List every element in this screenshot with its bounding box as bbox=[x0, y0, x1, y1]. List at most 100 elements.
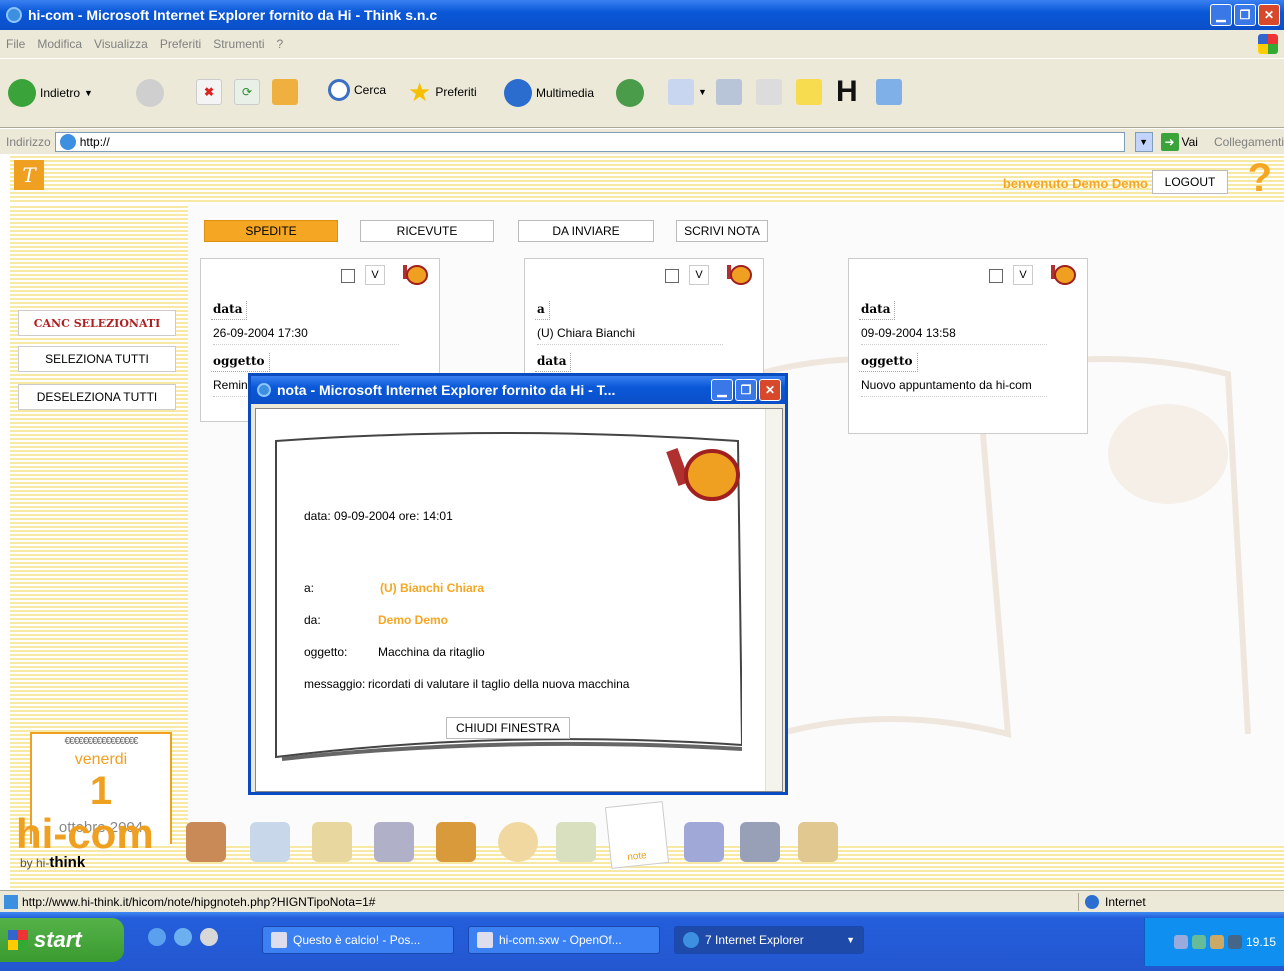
popup-oggetto-value: Macchina da ritaglio bbox=[378, 645, 485, 659]
minimize-button[interactable]: ▁ bbox=[1210, 4, 1232, 26]
start-button[interactable]: start bbox=[0, 918, 124, 962]
card-label: data bbox=[535, 353, 572, 372]
deselect-all-button[interactable]: DESELEZIONA TUTTI bbox=[18, 384, 176, 410]
task-icon bbox=[477, 932, 493, 948]
history-button[interactable] bbox=[616, 79, 644, 107]
stop-button[interactable]: ✖ bbox=[196, 79, 222, 105]
documents-icon[interactable] bbox=[436, 822, 476, 862]
task-calcio[interactable]: Questo è calcio! - Pos... bbox=[262, 926, 454, 954]
popup-maximize-button[interactable]: ❐ bbox=[735, 379, 757, 401]
popup-da-value: Demo Demo bbox=[378, 613, 449, 627]
canc-selected-button[interactable]: CANC SELEZIONATI bbox=[18, 310, 176, 336]
view-button[interactable]: V bbox=[689, 265, 709, 285]
pushpin-icon bbox=[403, 265, 428, 285]
popup-minimize-button[interactable]: ▁ bbox=[711, 379, 733, 401]
task-internet-explorer[interactable]: 7 Internet Explorer ▼ bbox=[674, 926, 864, 954]
popup-title-bar[interactable]: nota - Microsoft Internet Explorer forni… bbox=[251, 376, 785, 404]
calendar-app-icon[interactable] bbox=[556, 822, 596, 862]
close-button[interactable]: ✕ bbox=[1258, 4, 1280, 26]
menu-preferiti[interactable]: Preferiti bbox=[160, 37, 201, 51]
logout-button[interactable]: LOGOUT bbox=[1152, 170, 1228, 194]
home-button[interactable] bbox=[272, 79, 298, 105]
menu-help[interactable]: ? bbox=[277, 37, 284, 51]
go-button[interactable]: ➜ Vai bbox=[1160, 132, 1198, 151]
print-icon bbox=[716, 79, 742, 105]
popup-body: data: 09-09-2004 ore: 14:01 a: (U) Bianc… bbox=[255, 408, 783, 792]
envelopes-icon[interactable] bbox=[798, 822, 838, 862]
task-openoffice[interactable]: hi-com.sxw - OpenOf... bbox=[468, 926, 660, 954]
left-panel: CANC SELEZIONATI SELEZIONA TUTTI DESELEZ… bbox=[10, 204, 188, 872]
taskbar: start Questo è calcio! - Pos... hi-com.s… bbox=[0, 912, 1284, 971]
view-button[interactable]: V bbox=[1013, 265, 1033, 285]
popup-date-line: data: 09-09-2004 ore: 14:01 bbox=[304, 509, 453, 523]
contacts-icon[interactable] bbox=[186, 822, 226, 862]
note-popup-window[interactable]: nota - Microsoft Internet Explorer forni… bbox=[248, 373, 788, 795]
select-checkbox[interactable] bbox=[989, 269, 1003, 283]
tray-network-icon[interactable] bbox=[1191, 935, 1206, 949]
tray-arrow-icon[interactable] bbox=[1173, 935, 1188, 949]
window-title-bar[interactable]: hi-com - Microsoft Internet Explorer for… bbox=[0, 0, 1284, 30]
back-button[interactable]: Indietro ▼ bbox=[8, 79, 93, 107]
links-button[interactable]: Collegamenti bbox=[1214, 135, 1284, 149]
address-value: http:// bbox=[79, 134, 110, 149]
tray-users-icon[interactable] bbox=[1209, 935, 1224, 949]
menu-strumenti[interactable]: Strumenti bbox=[213, 37, 264, 51]
search-icon bbox=[328, 79, 350, 101]
menu-modifica[interactable]: Modifica bbox=[37, 37, 82, 51]
stop-icon: ✖ bbox=[196, 79, 222, 105]
tab-ricevute[interactable]: RICEVUTE bbox=[360, 220, 494, 242]
note-app-icon[interactable]: note bbox=[604, 801, 670, 869]
mail-button[interactable]: ▼ bbox=[668, 79, 707, 105]
mail-quicklaunch-icon[interactable] bbox=[200, 928, 218, 946]
help-icon[interactable]: ? bbox=[1248, 156, 1272, 201]
mail-app-icon[interactable] bbox=[250, 822, 290, 862]
tab-spedite[interactable]: SPEDITE bbox=[204, 220, 338, 242]
tab-da-inviare[interactable]: DA INVIARE bbox=[518, 220, 654, 242]
address-dropdown[interactable]: ▼ bbox=[1134, 131, 1153, 152]
toolbar: Indietro ▼ ✖ ⟳ Cerca ★ Preferiti Multimed… bbox=[0, 58, 1284, 128]
note-card[interactable]: V data 09-09-2004 13:58 oggetto Nuovo ap… bbox=[848, 258, 1088, 434]
forward-button[interactable] bbox=[136, 79, 164, 107]
calendar-weekday: venerdi bbox=[74, 751, 128, 768]
menu-file[interactable]: File bbox=[6, 37, 25, 51]
mail-icon bbox=[668, 79, 694, 105]
browser-quicklaunch-icon[interactable] bbox=[174, 928, 192, 946]
print-button[interactable] bbox=[716, 79, 742, 105]
forward-arrow-icon bbox=[136, 79, 164, 107]
tab-scrivi-nota[interactable]: SCRIVI NOTA bbox=[676, 220, 768, 242]
windows-logo-icon bbox=[1258, 34, 1278, 54]
fax-icon[interactable] bbox=[740, 822, 780, 862]
edit-icon bbox=[756, 79, 782, 105]
view-button[interactable]: V bbox=[365, 265, 385, 285]
phone-icon[interactable] bbox=[684, 822, 724, 862]
edit-button[interactable] bbox=[756, 79, 782, 105]
card-label: oggetto bbox=[859, 353, 918, 372]
notes-button[interactable] bbox=[796, 79, 822, 105]
messenger-button[interactable] bbox=[876, 79, 902, 105]
popup-scrollbar[interactable] bbox=[765, 409, 782, 791]
page-icon bbox=[4, 894, 18, 909]
popup-title: nota - Microsoft Internet Explorer forni… bbox=[277, 382, 616, 398]
media-button[interactable]: Multimedia bbox=[504, 79, 594, 107]
search-button[interactable]: Cerca bbox=[328, 79, 386, 101]
address-input[interactable]: http:// bbox=[54, 131, 1125, 152]
popup-close-button[interactable]: ✕ bbox=[759, 379, 781, 401]
select-checkbox[interactable] bbox=[341, 269, 355, 283]
maximize-button[interactable]: ❐ bbox=[1234, 4, 1256, 26]
go-arrow-icon: ➜ bbox=[1160, 132, 1179, 151]
refresh-button[interactable]: ⟳ bbox=[234, 79, 260, 105]
menu-visualizza[interactable]: Visualizza bbox=[94, 37, 148, 51]
clock-icon[interactable] bbox=[498, 822, 538, 862]
ie-quicklaunch-icon[interactable] bbox=[148, 928, 166, 946]
tray-app-icon[interactable] bbox=[1227, 935, 1242, 949]
clipboard-icon[interactable] bbox=[312, 822, 352, 862]
favorites-button[interactable]: ★ Preferiti bbox=[408, 79, 477, 105]
calculator-icon[interactable] bbox=[374, 822, 414, 862]
card-value: Nuovo appuntamento da hi-com bbox=[861, 378, 1047, 397]
select-checkbox[interactable] bbox=[665, 269, 679, 283]
card-label: data bbox=[211, 301, 248, 320]
card-value: 09-09-2004 13:58 bbox=[861, 326, 1047, 345]
select-all-button[interactable]: SELEZIONA TUTTI bbox=[18, 346, 176, 372]
close-window-button[interactable]: CHIUDI FINESTRA bbox=[446, 717, 570, 739]
hi-button[interactable]: H bbox=[836, 77, 858, 107]
